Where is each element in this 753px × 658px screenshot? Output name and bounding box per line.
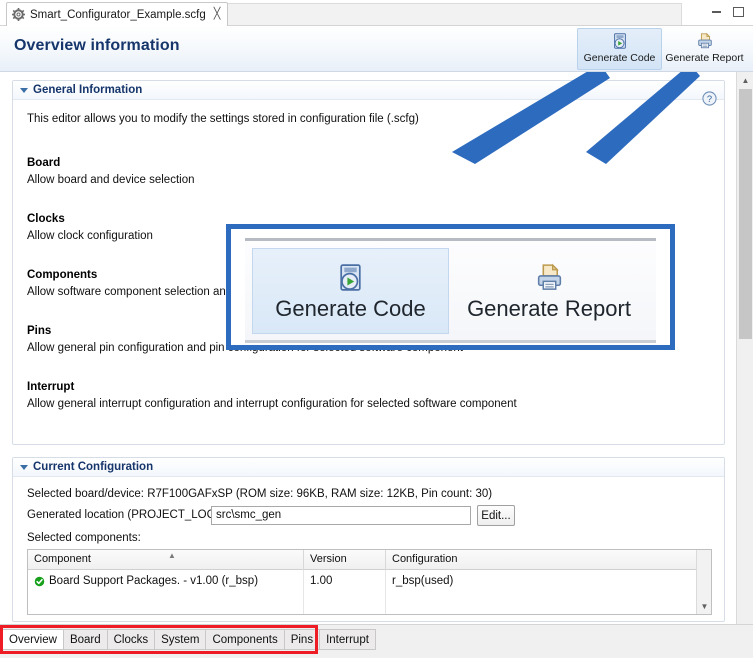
- minimize-icon[interactable]: [710, 6, 723, 18]
- feature-interrupt-description: Allow general interrupt configuration an…: [27, 398, 517, 410]
- cell-configuration: r_bsp(used): [386, 570, 711, 592]
- generate-report-icon: [534, 261, 565, 295]
- editor-tab-scfg[interactable]: Smart_Configurator_Example.scfg ╳: [6, 2, 228, 26]
- twisty-collapse-icon[interactable]: [20, 88, 28, 93]
- feature-board: Board Allow board and device selection: [27, 157, 195, 186]
- window-controls: [710, 6, 745, 18]
- generate-code-button[interactable]: Generate Code: [577, 28, 662, 70]
- table-scrollbar[interactable]: ▼: [696, 550, 711, 614]
- magnified-generate-code-label: Generate Code: [275, 296, 425, 322]
- magnified-toolbar-callout: Generate Code: [226, 224, 675, 350]
- tab-board[interactable]: Board: [64, 629, 108, 650]
- scrollbar-thumb[interactable]: [739, 89, 752, 339]
- current-configuration-section: Current Configuration Selected board/dev…: [12, 457, 725, 622]
- feature-board-heading: Board: [27, 157, 195, 169]
- column-header-component[interactable]: Component: [28, 550, 304, 570]
- column-header-version[interactable]: Version: [304, 550, 386, 570]
- maximize-icon[interactable]: [732, 6, 745, 18]
- magnified-buttons: Generate Code: [245, 241, 656, 340]
- table-empty-row: [28, 592, 711, 614]
- current-configuration-header[interactable]: Current Configuration: [13, 458, 724, 477]
- tab-overview[interactable]: Overview: [2, 629, 64, 650]
- cell-component: Board Support Packages. - v1.00 (r_bsp): [28, 570, 304, 592]
- current-configuration-title: Current Configuration: [33, 461, 153, 473]
- feature-clocks: Clocks Allow clock configuration: [27, 213, 153, 242]
- status-ok-icon: [34, 576, 45, 587]
- sort-ascending-icon: ▲: [168, 551, 176, 560]
- magnified-generate-code-button[interactable]: Generate Code: [252, 248, 449, 334]
- tab-pins[interactable]: Pins: [285, 629, 320, 650]
- general-information-title: General Information: [33, 84, 142, 96]
- generated-location-label: Generated location (PROJECT_LOC\):: [27, 509, 225, 521]
- scroll-up-icon[interactable]: ▲: [737, 72, 753, 88]
- general-information-header[interactable]: General Information: [13, 81, 724, 100]
- scroll-down-icon[interactable]: ▼: [697, 599, 712, 614]
- cell-empty-component: [28, 592, 304, 614]
- form-toolbar: Generate Code Generate Report: [577, 28, 747, 72]
- page-title: Overview information: [14, 37, 180, 55]
- cell-component-text: Board Support Packages. - v1.00 (r_bsp): [49, 575, 258, 587]
- tab-strip-empty-area: [212, 3, 682, 25]
- tab-clocks[interactable]: Clocks: [108, 629, 156, 650]
- feature-board-description: Allow board and device selection: [27, 174, 195, 186]
- selected-components-label: Selected components:: [27, 532, 141, 544]
- magnified-generate-report-label: Generate Report: [467, 296, 631, 322]
- feature-interrupt: Interrupt Allow general interrupt config…: [27, 381, 517, 410]
- smart-configurator-editor: Smart_Configurator_Example.scfg ╳ Overvi…: [0, 0, 753, 658]
- cell-empty-version: [304, 592, 386, 614]
- main-scrollbar[interactable]: ▲: [736, 72, 753, 624]
- generate-code-icon: [335, 261, 366, 295]
- close-icon[interactable]: ╳: [214, 9, 221, 20]
- generate-report-label: Generate Report: [665, 52, 743, 64]
- help-icon[interactable]: ?: [702, 91, 717, 106]
- generate-code-icon: [611, 31, 629, 51]
- cell-empty-configuration: [386, 592, 711, 614]
- tab-interrupt[interactable]: Interrupt: [320, 629, 376, 650]
- gear-icon: [12, 8, 25, 21]
- generated-location-input[interactable]: src\smc_gen: [211, 506, 471, 525]
- feature-interrupt-heading: Interrupt: [27, 381, 517, 393]
- twisty-collapse-icon[interactable]: [20, 465, 28, 470]
- selected-board-device-text: Selected board/device: R7F100GAFxSP (ROM…: [27, 488, 492, 500]
- generate-report-icon: [696, 31, 714, 51]
- tab-system[interactable]: System: [155, 629, 206, 650]
- bottom-tabs: Overview Board Clocks System Components …: [2, 629, 376, 650]
- generate-report-button[interactable]: Generate Report: [662, 28, 747, 70]
- feature-clocks-description: Allow clock configuration: [27, 230, 153, 242]
- tab-components[interactable]: Components: [206, 629, 284, 650]
- selected-components-table: Component ▲ Version Configuration Boar: [27, 549, 712, 615]
- magnified-toolbar-inner: Generate Code: [245, 238, 656, 343]
- editor-tab-strip: Smart_Configurator_Example.scfg ╳: [0, 0, 753, 26]
- form-scroll-area: Components Device driver RTOS } ⬅ Pins G…: [0, 72, 753, 624]
- bottom-tab-bar: Overview Board Clocks System Components …: [0, 624, 753, 658]
- editor-tab-label: Smart_Configurator_Example.scfg: [30, 9, 206, 21]
- edit-location-button[interactable]: Edit...: [477, 505, 515, 526]
- column-header-configuration[interactable]: Configuration: [386, 550, 711, 570]
- table-row[interactable]: Board Support Packages. - v1.00 (r_bsp) …: [28, 570, 711, 592]
- svg-text:?: ?: [707, 94, 712, 104]
- magnified-generate-report-button[interactable]: Generate Report: [449, 248, 649, 334]
- table-header-row: Component ▲ Version Configuration: [28, 550, 711, 570]
- general-information-intro: This editor allows you to modify the set…: [27, 113, 419, 125]
- generate-code-label: Generate Code: [584, 52, 656, 64]
- feature-clocks-heading: Clocks: [27, 213, 153, 225]
- cell-version: 1.00: [304, 570, 386, 592]
